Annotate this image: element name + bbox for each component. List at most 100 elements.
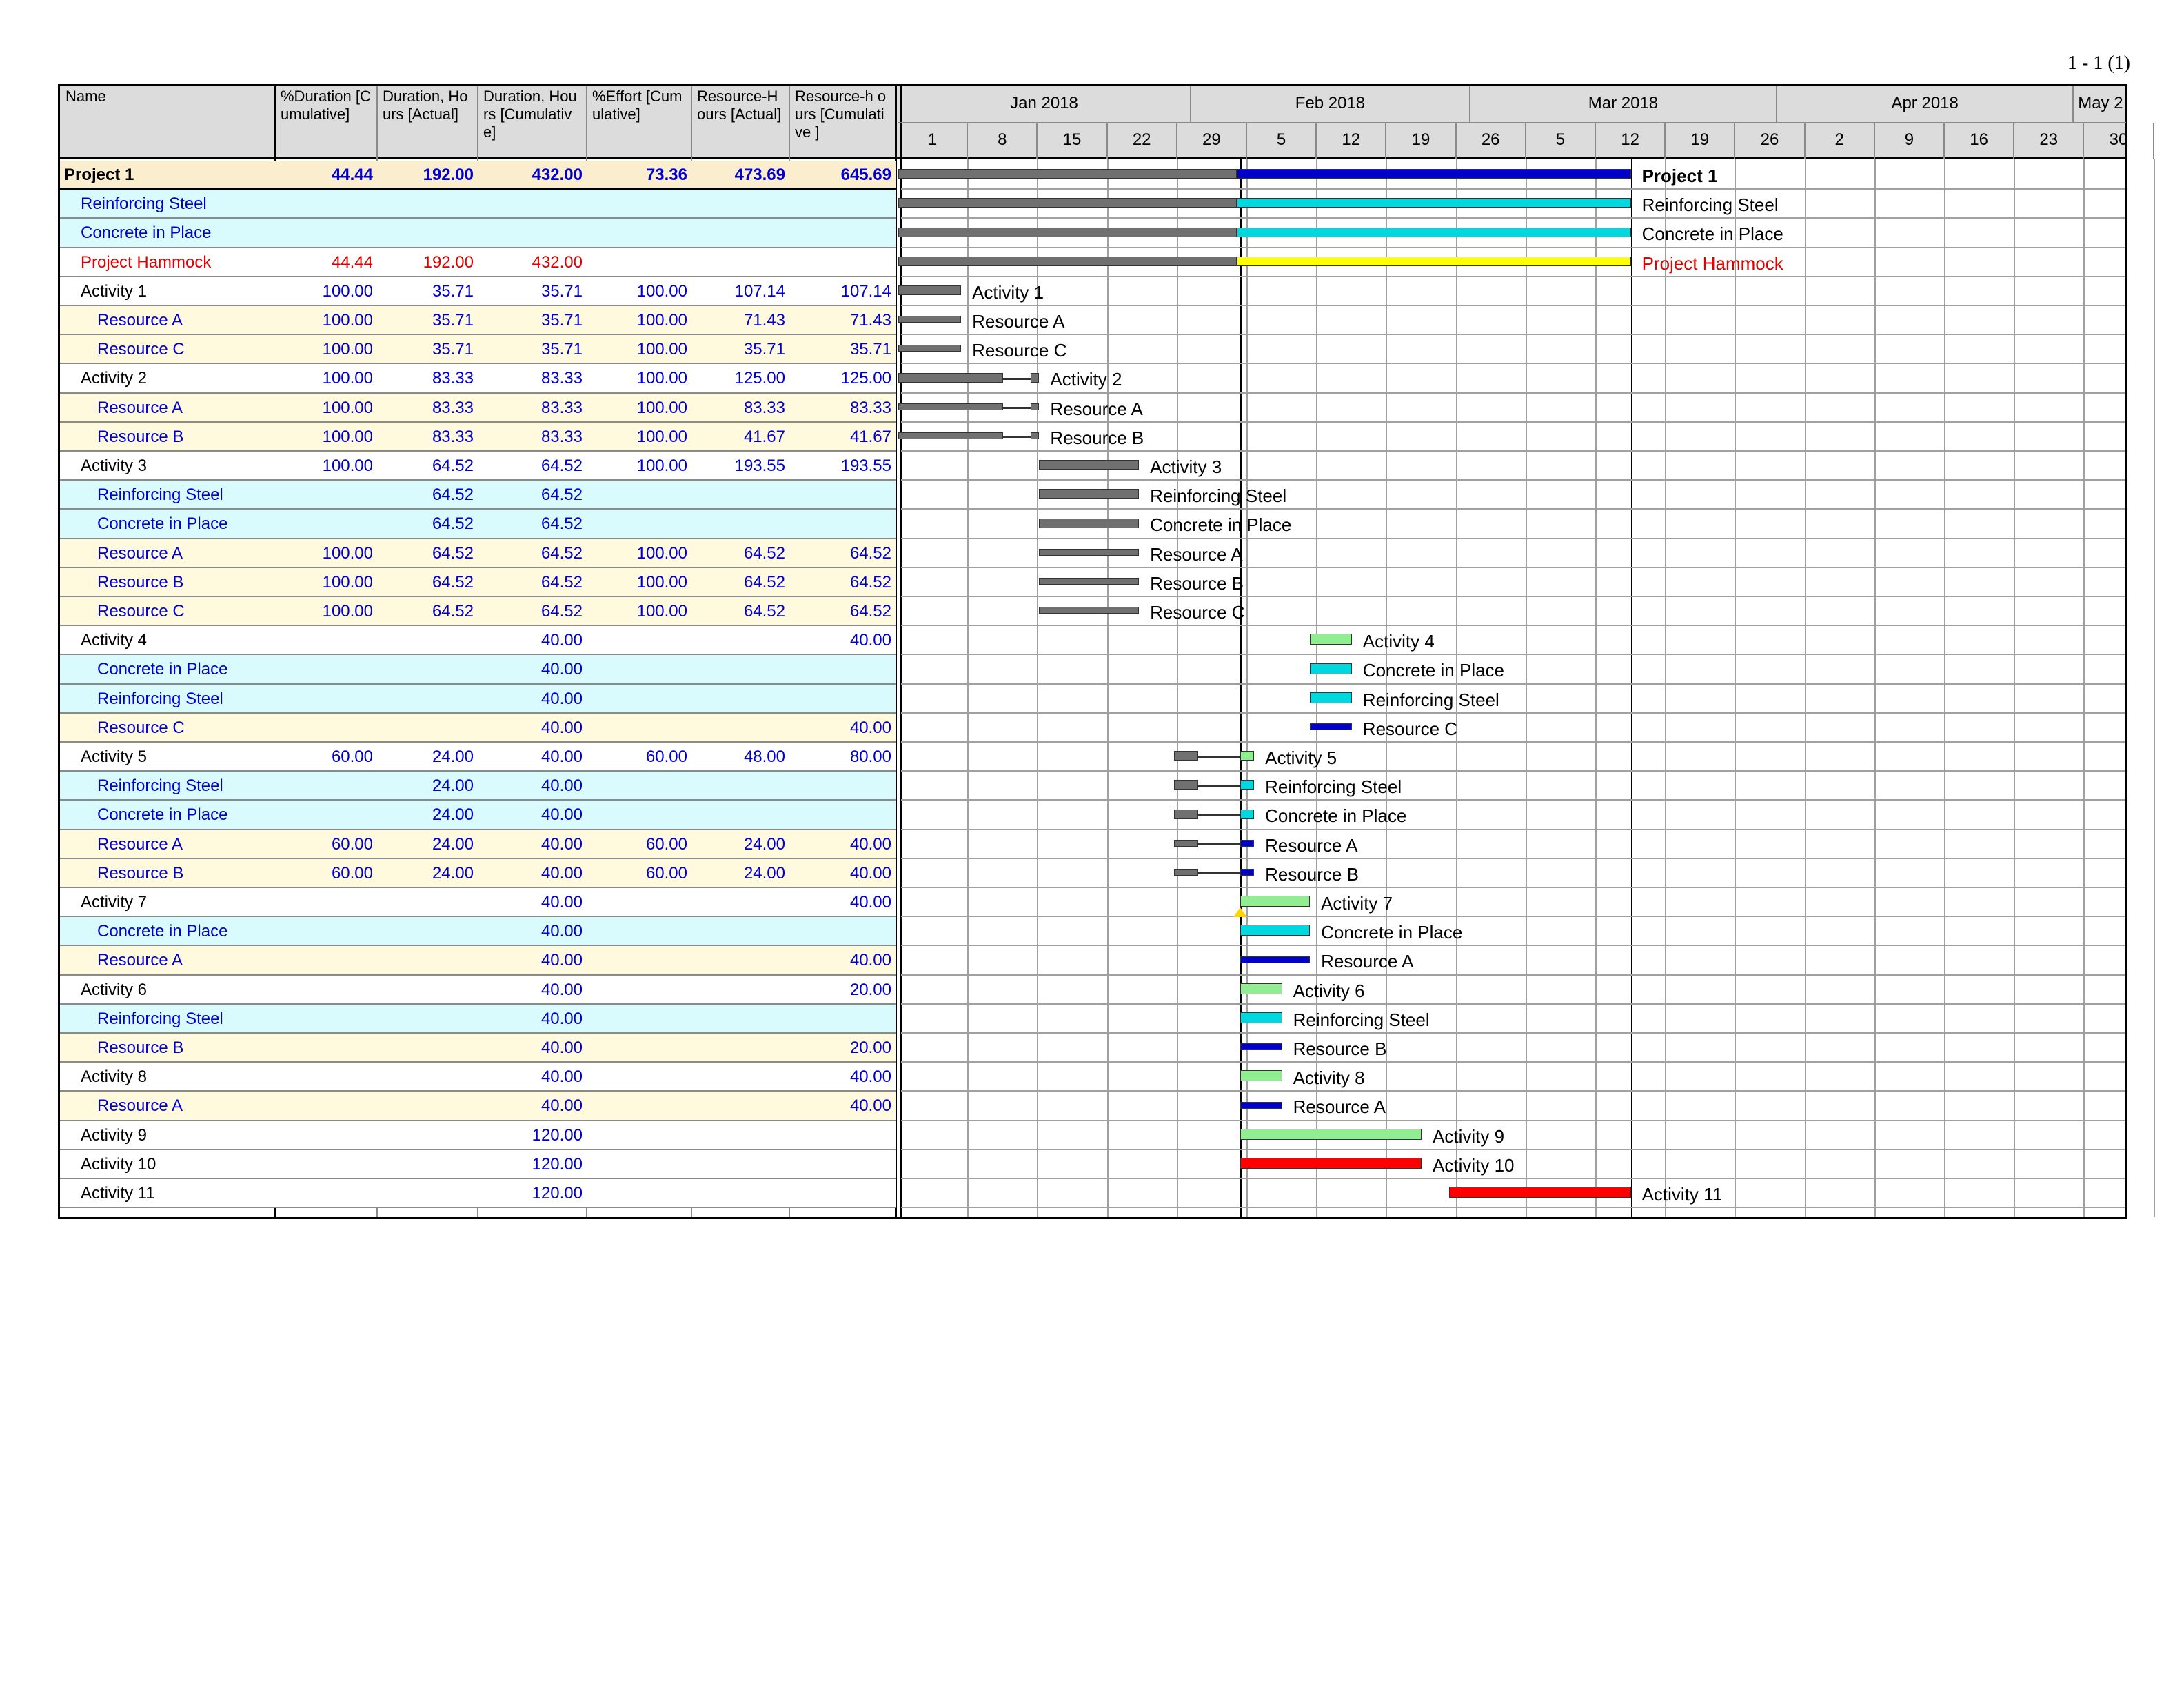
row-value-res_act [691,254,789,272]
row-value-pct_eff: 100.00 [636,370,687,388]
gantt-bar[interactable] [898,256,1237,266]
gantt-bar[interactable] [1039,577,1140,585]
row-value-pct_dur: 100.00 [322,458,373,475]
row-value-pct_eff [587,196,691,214]
gantt-row-line [901,566,2125,568]
row-value-dur_cum: 40.00 [540,1040,583,1057]
gantt-bar[interactable] [1039,460,1140,470]
row-value-dur_cum: 120.00 [532,1185,583,1203]
gantt-bar[interactable] [898,372,1003,383]
row-value-pct_eff: 100.00 [636,312,687,330]
gantt-bar[interactable] [1173,868,1199,876]
row-value-dur_cum: 40.00 [540,836,583,854]
gantt-bar[interactable] [898,169,1237,179]
gantt-bar[interactable] [1236,256,1631,266]
gantt-bar[interactable] [1173,780,1199,790]
row-value-res_act: 24.00 [743,865,785,883]
gantt-bar[interactable] [1310,692,1352,703]
gantt-bar[interactable] [1310,634,1352,645]
row-name: Concrete in Place [97,923,228,941]
gantt-bar[interactable] [1240,839,1255,847]
column-header-dur_act[interactable]: Duration, Hours [Actual] [377,86,478,159]
row-value-dur_act [377,982,478,1000]
gantt-bar[interactable] [1173,751,1199,761]
gantt-bar[interactable] [898,345,962,352]
gantt-row-line [901,217,2125,219]
month-label: Feb 2018 [1191,86,1470,123]
row-value-res_cum [789,691,896,709]
gantt-bar[interactable] [1240,1157,1422,1169]
gantt-bar[interactable] [1039,607,1140,614]
gantt-bar[interactable] [1236,198,1631,208]
gantt-bar[interactable] [1236,169,1631,179]
gantt-bar[interactable] [1240,896,1311,907]
gantt-bar[interactable] [1310,663,1352,674]
week-label: 29 [1177,123,1247,159]
row-value-res_act [691,225,789,243]
row-value-dur_cum: 40.00 [540,632,583,650]
column-header-dur_cum[interactable]: Duration, Hours [Cumulative] [478,86,587,159]
bar-label: Activity 9 [1433,1125,1505,1147]
row-value-pct_dur [275,1127,377,1145]
gantt-bar[interactable] [1449,1187,1631,1198]
column-header-res_cum[interactable]: Resource-h ours [Cumulative ] [789,86,896,159]
gantt-bar[interactable] [1031,403,1040,410]
bar-label: Activity 5 [1265,747,1337,768]
gantt-bar[interactable] [1240,780,1255,790]
gantt-bar[interactable] [898,432,1003,439]
row-value-res_act [691,952,789,970]
row-value-res_cum: 64.52 [849,574,891,592]
column-header-name[interactable]: Name [60,86,275,159]
gantt-bar[interactable] [1173,839,1199,847]
column-header-res_act[interactable]: Resource-H ours [Actual] [691,86,789,159]
gantt-bar[interactable] [1240,868,1255,876]
gantt-bar[interactable] [1240,1070,1282,1082]
gantt-bar[interactable] [1236,227,1631,237]
row-value-res_cum: 107.14 [840,283,891,301]
gantt-row-line [901,916,2125,918]
row-value-dur_act [377,1011,478,1029]
row-value-res_act [691,632,789,650]
gantt-bar[interactable] [1240,1043,1282,1051]
gantt-row-line [901,770,2125,772]
gantt-bar[interactable] [1240,1012,1282,1023]
gantt-bar[interactable] [1031,372,1040,383]
gantt-bar[interactable] [1039,548,1140,556]
row-value-res_act [691,661,789,679]
row-value-dur_cum: 40.00 [540,1098,583,1116]
row-value-res_cum [789,196,896,214]
week-gridline [1735,159,1737,1217]
row-value-res_cum [789,1185,896,1203]
bar-label: Resource A [1150,543,1243,565]
gantt-bar[interactable] [1240,925,1311,936]
row-value-res_cum [789,1127,896,1145]
gantt-bar[interactable] [898,198,1237,208]
gantt-bar[interactable] [1240,956,1311,963]
gantt-row-line [901,828,2125,830]
week-label: 2 [1806,123,1875,159]
gantt-row-line [901,799,2125,801]
gantt-bar[interactable] [1240,983,1282,994]
gantt-bar[interactable] [1240,809,1255,819]
gantt-bar[interactable] [1031,432,1040,439]
row-value-dur_cum: 40.00 [540,894,583,912]
row-name: Activity 2 [81,370,148,388]
row-value-pct_eff: 100.00 [636,428,687,446]
row-value-dur_act: 35.71 [432,312,474,330]
row-value-pct_eff: 60.00 [645,836,687,854]
gantt-bar[interactable] [898,285,962,295]
gantt-bar[interactable] [898,316,962,323]
column-header-pct_eff[interactable]: %Effort [Cumulative] [587,86,691,159]
bar-label: Activity 7 [1321,893,1393,914]
gantt-bar[interactable] [1240,751,1255,761]
row-value-res_cum: 71.43 [849,312,891,330]
gantt-bar[interactable] [1240,1128,1422,1140]
gantt-bar[interactable] [1039,489,1140,499]
gantt-bar[interactable] [1173,809,1199,819]
gantt-bar[interactable] [1240,1101,1282,1109]
gantt-bar[interactable] [1039,518,1140,528]
gantt-bar[interactable] [1310,723,1352,730]
gantt-bar[interactable] [898,227,1237,237]
gantt-bar[interactable] [898,403,1003,410]
column-header-pct_dur[interactable]: %Duration [Cumulative] [275,86,377,159]
